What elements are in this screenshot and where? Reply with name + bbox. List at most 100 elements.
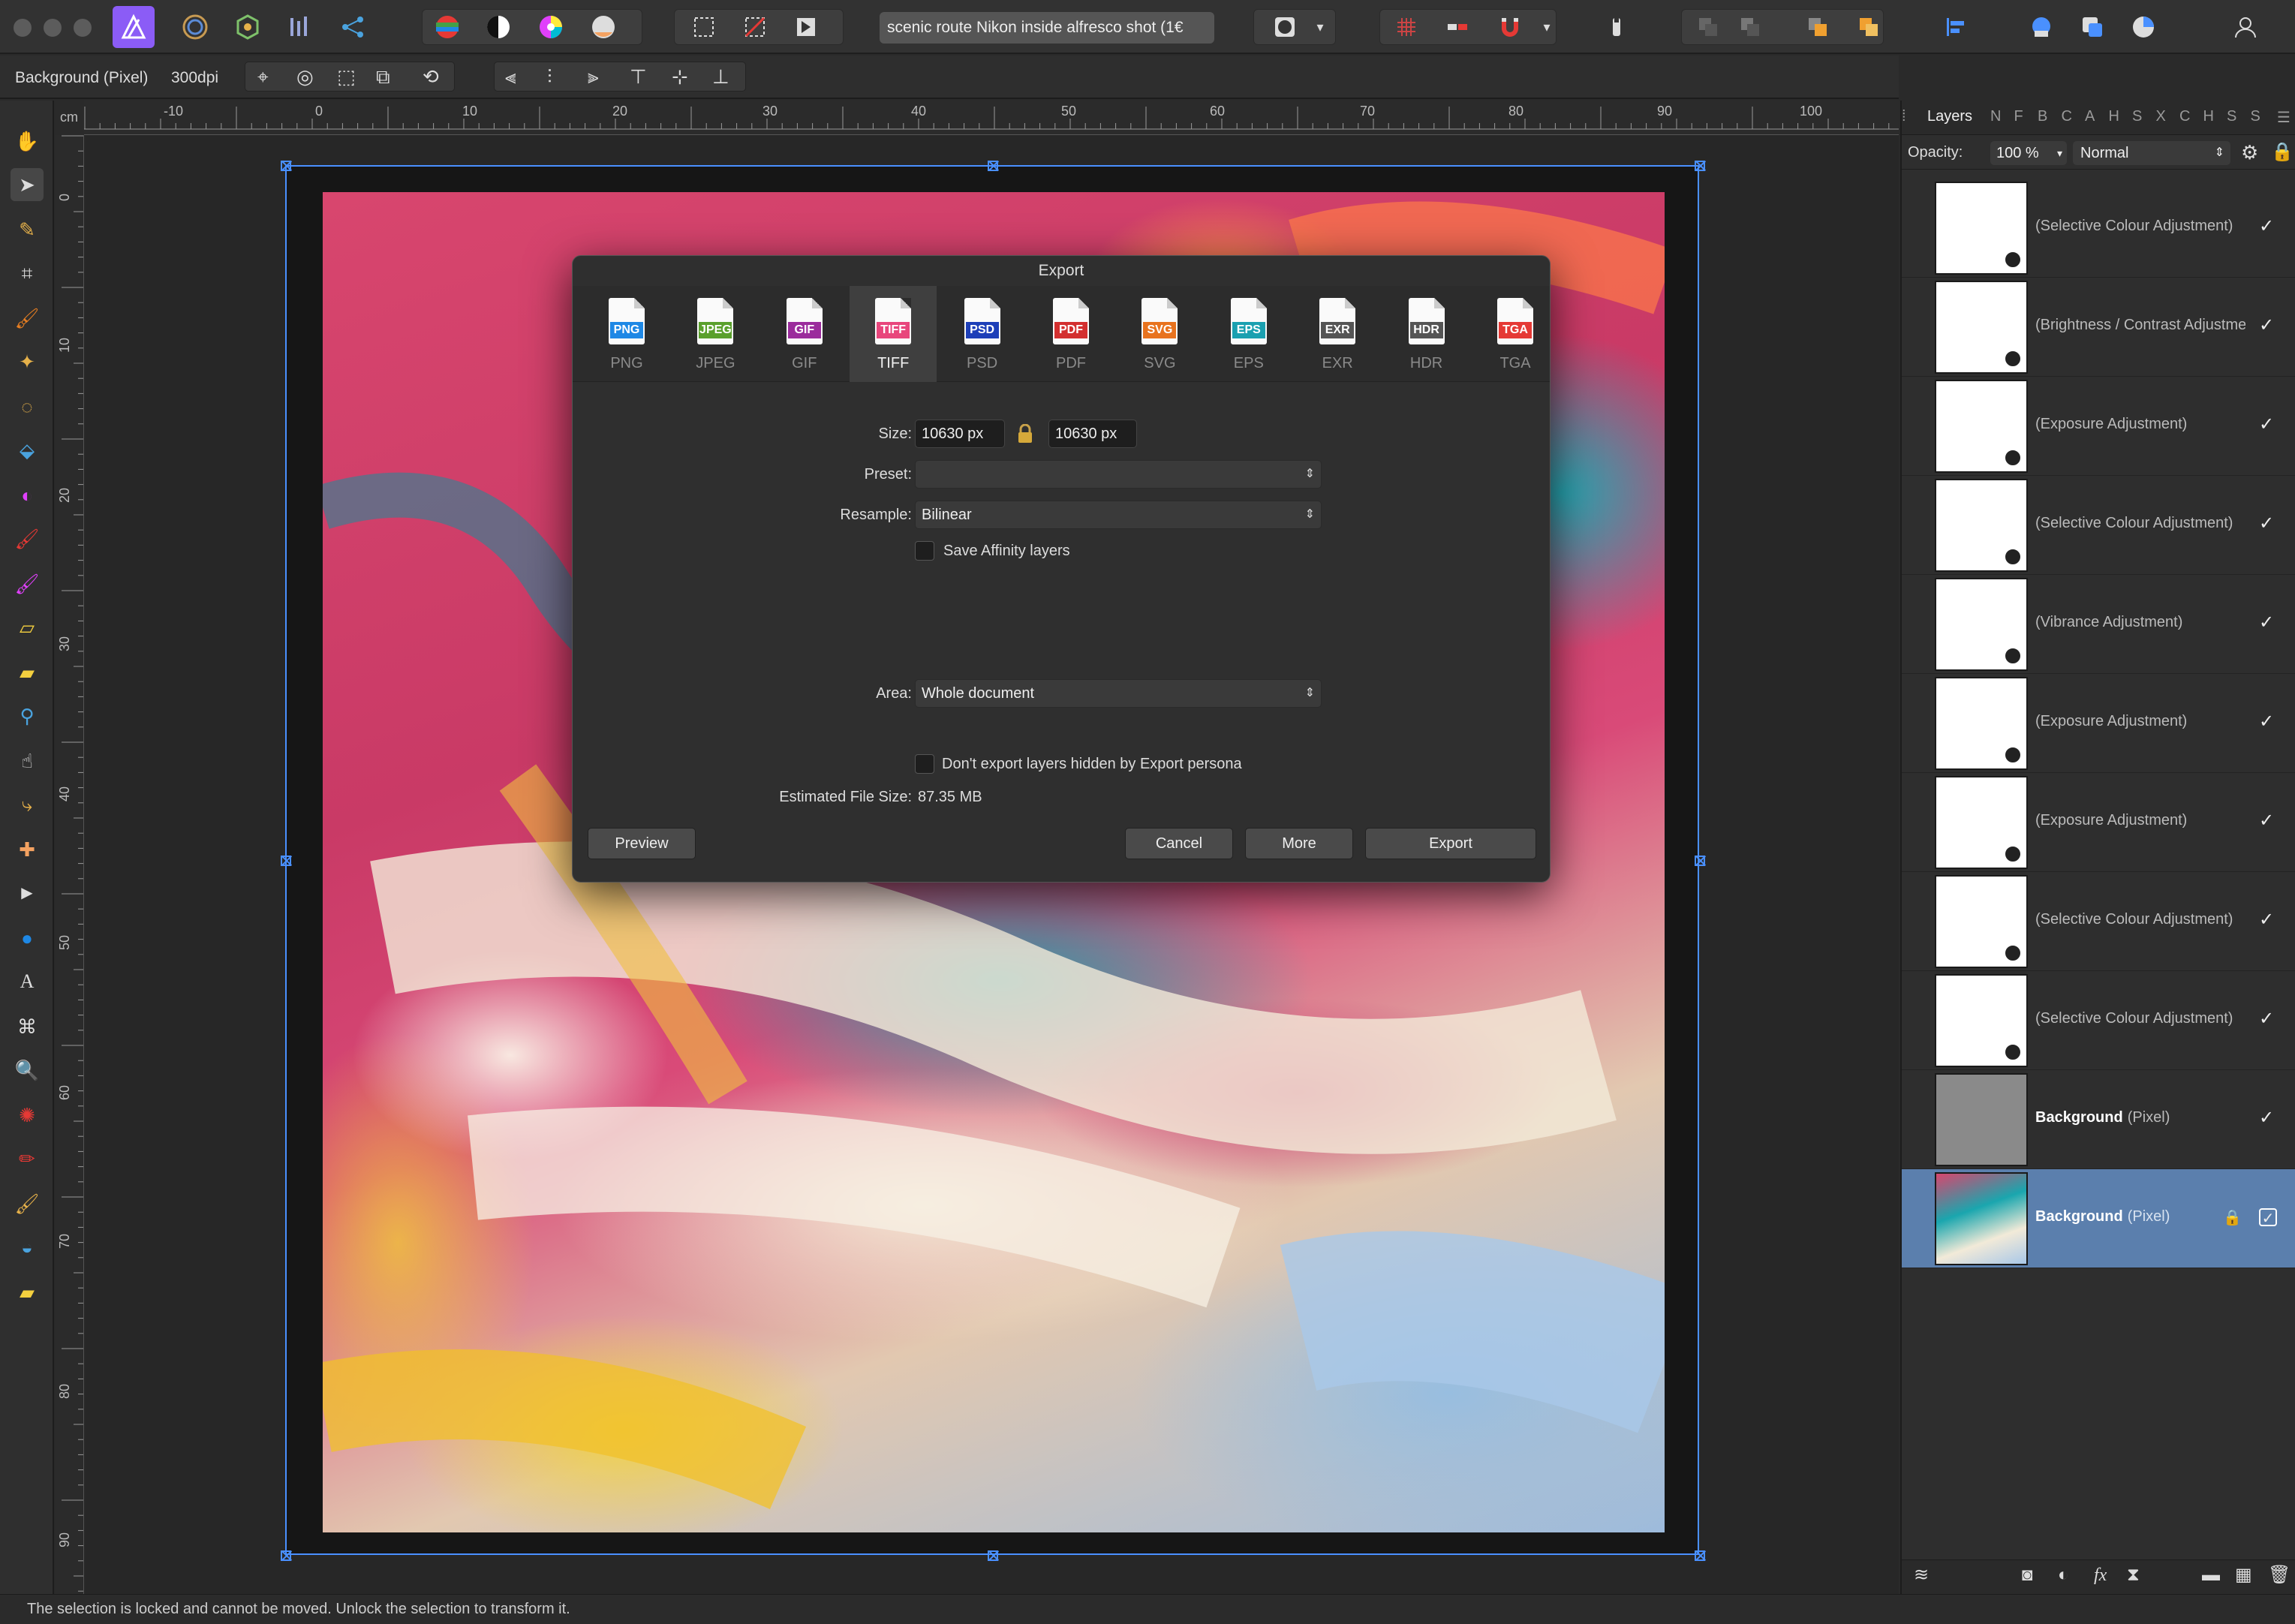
layer-visibility-checkbox[interactable]: ✓ [2259, 515, 2277, 533]
panel-tab-s[interactable]: S [2132, 108, 2142, 125]
panel-tab-h[interactable]: H [2109, 108, 2119, 125]
selection-handle[interactable] [988, 1550, 998, 1561]
vertical-ruler[interactable]: 0 10 20 30 40 50 60 70 80 90 [56, 135, 84, 1594]
quick-mask-icon[interactable] [790, 11, 823, 44]
layer-row[interactable]: (Vibrance Adjustment) ✓ [1902, 575, 2295, 674]
levels-icon[interactable] [431, 11, 464, 44]
panel-tab-s[interactable]: S [2251, 108, 2260, 125]
panel-tab-b[interactable]: B [2038, 108, 2047, 125]
red-eye-tool-icon[interactable]: ✺ [11, 1099, 44, 1132]
layer-visibility-checkbox[interactable]: ✓ [2259, 218, 2277, 236]
preview-button[interactable]: Preview [588, 828, 696, 859]
flood-select-tool-icon[interactable]: ✦ [11, 345, 44, 378]
selection-handle[interactable] [1695, 856, 1705, 866]
bounding-box-icon[interactable]: ⬚ [337, 67, 356, 86]
panel-menu-icon[interactable]: ☰ [2277, 108, 2290, 127]
arrange-front-icon[interactable] [1852, 11, 1885, 44]
align-bottom-icon[interactable]: ⊥ [712, 67, 729, 86]
mask-icon[interactable] [2076, 11, 2109, 44]
crop-tool-icon[interactable]: ⌗ [11, 257, 44, 290]
tone-mapping-persona-icon[interactable] [284, 11, 317, 44]
arrange-forward-icon[interactable] [1801, 11, 1834, 44]
layer-visibility-checkbox[interactable]: ✓ [2259, 1109, 2277, 1127]
export-persona-icon[interactable] [336, 11, 369, 44]
layer-visibility-checkbox[interactable]: ✓ [2259, 713, 2277, 731]
rotate-selection-icon[interactable]: ⟲ [423, 67, 439, 86]
align-icon[interactable] [1939, 11, 1972, 44]
panel-tab-c[interactable]: C [2179, 108, 2190, 125]
transform-origin-icon[interactable]: ⌖ [257, 67, 269, 86]
selection-handle[interactable] [988, 161, 998, 171]
layer-visibility-checkbox[interactable]: ✓ [2259, 416, 2277, 434]
layer-row[interactable]: Background (Pixel) 🔒 ✓ [1902, 1169, 2295, 1268]
move-tool-icon[interactable]: ➤ [11, 168, 44, 201]
layer-row[interactable]: (Selective Colour Adjustment) ✓ [1902, 971, 2295, 1070]
document-title-tab[interactable]: scenic route Nikon inside alfresco shot … [880, 12, 1214, 44]
arrange-backward-icon[interactable] [1734, 11, 1767, 44]
preset-select[interactable]: ⇕ [915, 460, 1322, 489]
color-picker-tool-icon[interactable]: ✎ [11, 213, 44, 246]
resample-select[interactable]: Bilinear ⇕ [915, 501, 1322, 529]
affinity-photo-icon[interactable] [113, 6, 155, 48]
format-option-eps[interactable]: EPS EPS [1205, 286, 1292, 382]
grid-icon[interactable] [1390, 11, 1423, 44]
cancel-button[interactable]: Cancel [1125, 828, 1233, 859]
pixel-tool-icon[interactable]: ✏ [11, 1142, 44, 1175]
burn-brush-tool-icon[interactable]: 🖌 [11, 1187, 44, 1220]
sponge-brush-tool-icon[interactable]: ◒ [11, 1231, 44, 1264]
brush-mode-dropdown[interactable]: ▾ [1307, 11, 1333, 44]
shape-tool-icon[interactable]: ● [11, 922, 44, 955]
clone-brush-tool-icon[interactable]: ⚲ [11, 699, 44, 732]
erase-brush-tool-icon[interactable]: ▱ [11, 611, 44, 644]
gradient-tool-icon[interactable]: ◐ [11, 479, 44, 512]
layer-row[interactable]: (Exposure Adjustment) ✓ [1902, 377, 2295, 476]
marquee-icon[interactable] [687, 11, 720, 44]
format-option-png[interactable]: PNG PNG [583, 286, 670, 382]
panel-tab-h[interactable]: H [2203, 108, 2214, 125]
smudge-brush-tool-icon[interactable]: ☝ [11, 744, 44, 777]
format-option-hdr[interactable]: HDR HDR [1383, 286, 1470, 382]
height-field[interactable]: 10630 px [1048, 420, 1137, 448]
node-tool-icon[interactable]: ▶ [11, 877, 44, 910]
align-top-icon[interactable]: ⊤ [630, 67, 647, 86]
brush-mode-icon[interactable] [1268, 11, 1301, 44]
align-center-icon[interactable]: ⫶ [547, 67, 552, 86]
save-layers-checkbox[interactable] [915, 541, 934, 561]
view-tool-icon[interactable]: ✋ [11, 125, 44, 158]
blend-mode-select[interactable]: Normal ⇕ [2073, 141, 2230, 165]
layer-visibility-checkbox[interactable]: ✓ [2259, 911, 2277, 929]
selection-handle[interactable] [1695, 161, 1705, 171]
color-replacement-tool-icon[interactable]: 🖌 [11, 567, 44, 600]
selection-handle[interactable] [281, 1550, 291, 1561]
align-right-icon[interactable]: ⫸ [588, 67, 599, 86]
develop-persona-icon[interactable] [231, 11, 264, 44]
blur-brush-tool-icon[interactable]: ⤷ [11, 788, 44, 821]
layer-visibility-checkbox[interactable]: ✓ [2259, 812, 2277, 830]
layer-row[interactable]: (Exposure Adjustment) ✓ [1902, 674, 2295, 773]
lock-icon[interactable]: 🔒 [2271, 141, 2293, 163]
mask-layer-icon[interactable]: ◙ [2022, 1566, 2033, 1584]
selection-handle[interactable] [1695, 1550, 1705, 1561]
arrange-back-icon[interactable] [1692, 11, 1725, 44]
layer-visibility-checkbox[interactable]: ✓ [2259, 1010, 2277, 1028]
format-option-psd[interactable]: PSD PSD [939, 286, 1026, 382]
text-tool-icon[interactable]: A [11, 965, 44, 998]
panel-tab-x[interactable]: X [2156, 108, 2166, 125]
panel-tab-layers[interactable]: Layers [1927, 108, 1972, 125]
panel-tab-f[interactable]: F [2014, 108, 2023, 125]
layer-row[interactable]: (Brightness / Contrast Adjustment) ✓ [1902, 278, 2295, 377]
minimize-window-button[interactable] [44, 19, 62, 37]
snapping-dropdown[interactable]: ▾ [1534, 11, 1560, 44]
transform-objects-icon[interactable]: ⧉ [376, 67, 390, 86]
healing-brush-tool-icon[interactable]: ✚ [11, 833, 44, 866]
user-icon[interactable] [2229, 11, 2262, 44]
horizontal-ruler[interactable]: -10 0 10 20 30 40 50 60 70 80 90 100 [84, 101, 1899, 135]
layers-stack-icon[interactable]: ≋ [1914, 1566, 1929, 1584]
view-icon[interactable] [2025, 11, 2058, 44]
snapping-icon[interactable] [1441, 11, 1474, 44]
layer-visibility-checkbox[interactable]: ✓ [2259, 1208, 2277, 1227]
flood-fill-tool-icon[interactable]: ⬙ [11, 434, 44, 467]
freehand-selection-tool-icon[interactable]: ◌ [11, 390, 44, 423]
color-wheel-icon[interactable] [534, 11, 567, 44]
export-button[interactable]: Export [1365, 828, 1536, 859]
